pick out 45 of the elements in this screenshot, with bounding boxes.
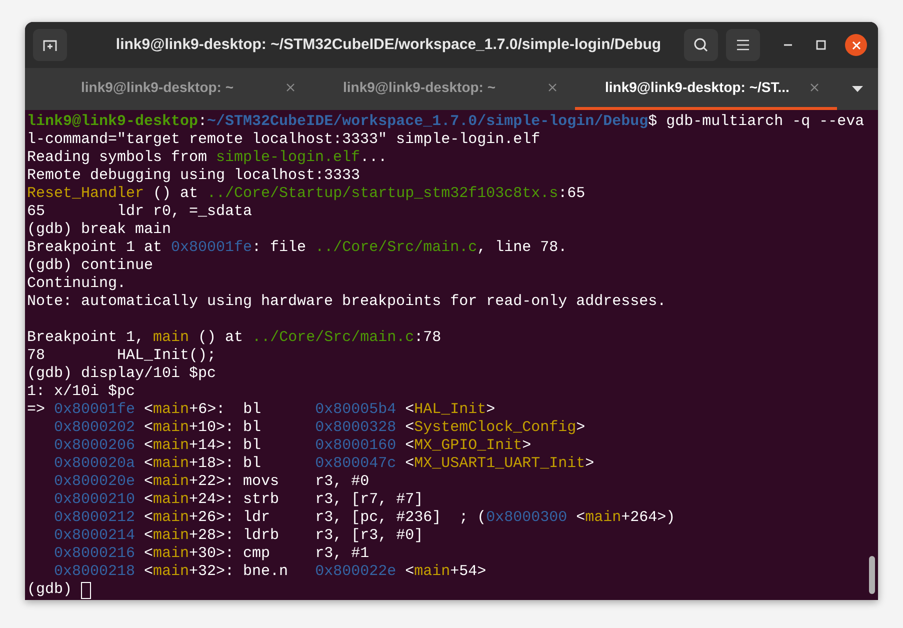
close-button[interactable] — [845, 34, 867, 56]
terminal-line: (gdb) continue — [27, 257, 154, 275]
terminal-line: link9@link9-desktop:~/STM32CubeIDE/workspace_1.7.0/simple-login/Debug$ gdb-multiarch -q --eva — [27, 113, 864, 131]
close-icon[interactable] — [548, 83, 557, 92]
close-icon[interactable] — [810, 83, 819, 92]
terminal-line: (gdb) break main — [27, 221, 172, 239]
search-button[interactable] — [684, 29, 718, 61]
terminal-tab[interactable]: link9@link9-desktop: ~/ST... — [575, 68, 837, 110]
terminal-line: l-command="target remote localhost:3333" simple-login.elf — [27, 131, 540, 149]
terminal-line: 0x8000216 <main+30>: cmp r3, #1 — [54, 545, 370, 563]
terminal-line: Breakpoint 1 at 0x80001fe: file ../Core/Src/main.c, line 78. — [27, 239, 568, 257]
terminal-line: Continuing. — [27, 275, 126, 293]
terminal-line: Breakpoint 1, main () at ../Core/Src/main.c:78 — [27, 329, 442, 347]
terminal-line: Reset_Handler () at ../Core/Startup/startup_stm32f103c8tx.s:65 — [27, 185, 586, 203]
terminal-line: => 0x80001fe <main+6>: bl 0x80005b4 <HAL_Init> — [27, 401, 496, 419]
terminal-line: 0x800020e <main+22>: movs r3, #0 — [54, 473, 370, 491]
caret-icon[interactable] — [852, 86, 863, 92]
terminal-line: 0x8000206 <main+14>: bl 0x8000160 <MX_GPIO_Init> — [54, 437, 532, 455]
text-cursor — [81, 582, 92, 598]
terminal-line: 0x8000214 <main+28>: ldrb r3, [r3, #0] — [54, 527, 424, 545]
menu-icon — [736, 39, 750, 51]
terminal-line: 0x8000218 <main+32>: bne.n 0x800022e <main+54> — [54, 563, 486, 581]
search-icon — [693, 37, 709, 53]
terminal-line: 0x8000212 <main+26>: ldr r3, [pc, #236] ; (0x8000300 <main+264>) — [54, 509, 676, 527]
terminal-line: 0x800020a <main+18>: bl 0x800047c <MX_USART1_UART_Init> — [54, 455, 594, 473]
terminal-line: (gdb) display/10i $pc — [27, 365, 216, 383]
terminal-line: 1: x/10i $pc — [27, 383, 136, 401]
terminal-tab[interactable]: link9@link9-desktop: ~ — [313, 68, 575, 110]
minimize-icon — [783, 44, 793, 46]
scrollbar-thumb[interactable] — [869, 556, 875, 594]
terminal-line: Note: automatically using hardware breakpoints for read-only addresses. — [27, 293, 666, 311]
new-tab-button[interactable] — [33, 29, 67, 61]
close-icon[interactable] — [286, 83, 295, 92]
terminal-tab[interactable]: link9@link9-desktop: ~ — [51, 68, 313, 110]
terminal-line: Remote debugging using localhost:3333 — [27, 167, 360, 185]
menu-button[interactable] — [726, 29, 760, 61]
terminal-line: 78 HAL_Init(); — [27, 347, 216, 365]
close-icon — [852, 40, 860, 50]
maximize-icon — [816, 40, 826, 50]
window-title: link9@link9-desktop: ~/STM32CubeIDE/workspace_1.7.0/simple-login/Debug — [114, 34, 662, 55]
terminal-line: 65 ldr r0, =_sdata — [27, 203, 252, 221]
terminal-line: (gdb) — [27, 581, 74, 599]
terminal-line: 0x8000210 <main+24>: strb r3, [r7, #7] — [54, 491, 424, 509]
terminal-line: 0x8000202 <main+10>: bl 0x8000328 <SystemClock_Config> — [54, 419, 586, 437]
terminal-line: Reading symbols from simple-login.elf... — [27, 149, 388, 167]
